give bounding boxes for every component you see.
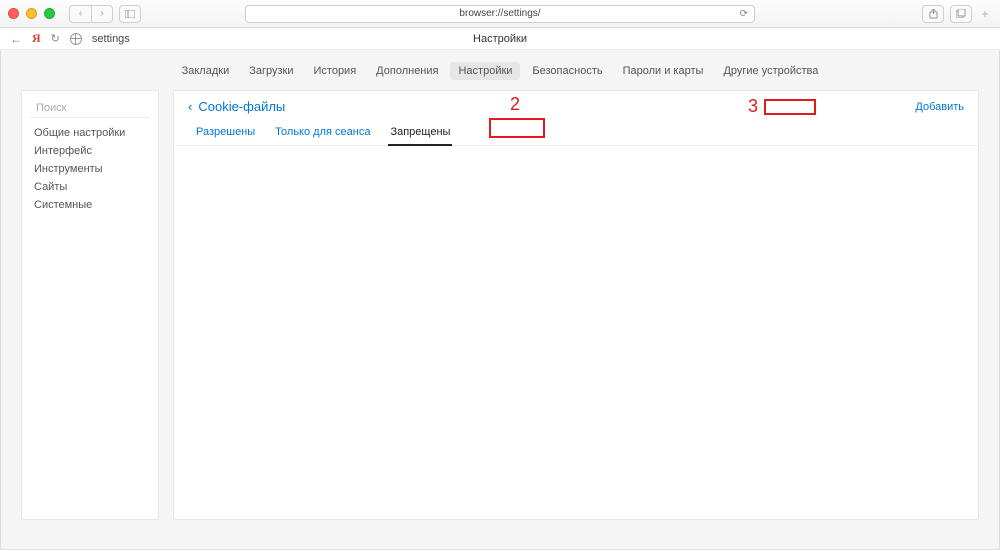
cookie-subtabs: Разрешены Только для сеанса Запрещены [174, 118, 978, 146]
new-tab-button[interactable]: + [978, 7, 992, 21]
nav-back-forward-group: ‹ › [69, 5, 113, 23]
add-button[interactable]: Добавить [915, 101, 964, 113]
topnav-settings[interactable]: Настройки [450, 62, 520, 80]
reload-button[interactable]: ↻ [51, 32, 60, 45]
cookie-settings-panel: ‹ Cookie-файлы Добавить Разрешены Только… [173, 90, 979, 520]
site-info-icon[interactable] [70, 33, 82, 45]
tab-title: settings [92, 33, 130, 45]
topnav-history[interactable]: История [306, 62, 365, 80]
subtab-blocked[interactable]: Запрещены [388, 122, 452, 146]
breadcrumb-cookie-files[interactable]: ‹ Cookie-файлы [188, 99, 285, 114]
breadcrumb-label: Cookie-файлы [198, 99, 285, 114]
minimize-window-button[interactable] [26, 8, 37, 19]
topnav-devices[interactable]: Другие устройства [715, 62, 826, 80]
history-back-button[interactable]: ‹ [69, 5, 91, 23]
topnav-bookmarks[interactable]: Закладки [174, 62, 238, 80]
topnav-passwords[interactable]: Пароли и карты [615, 62, 712, 80]
address-bar[interactable]: browser://settings/ ⟳ [245, 5, 755, 23]
browser-home-button[interactable]: Я [32, 31, 41, 46]
maximize-window-button[interactable] [44, 8, 55, 19]
page-title: Настройки [473, 33, 527, 45]
sidebar-item-general[interactable]: Общие настройки [22, 124, 158, 142]
back-button[interactable]: ← [10, 32, 22, 46]
chevron-left-icon: ‹ [188, 99, 192, 114]
sidebar-item-interface[interactable]: Интерфейс [22, 142, 158, 160]
reload-icon[interactable]: ⟳ [740, 8, 748, 19]
topnav-security[interactable]: Безопасность [524, 62, 610, 80]
subtab-session-only[interactable]: Только для сеанса [273, 122, 372, 145]
window-titlebar: ‹ › browser://settings/ ⟳ + [0, 0, 1000, 28]
settings-page: Закладки Загрузки История Дополнения Нас… [0, 50, 1000, 550]
share-icon [929, 9, 938, 19]
tabs-icon [956, 9, 966, 18]
address-bar-url: browser://settings/ [459, 8, 540, 19]
settings-topnav: Закладки Загрузки История Дополнения Нас… [1, 62, 999, 90]
close-window-button[interactable] [8, 8, 19, 19]
sidebar-item-sites[interactable]: Сайты [22, 178, 158, 196]
window-controls [8, 8, 55, 19]
sidebar-icon [125, 10, 135, 18]
browser-toolbar: ← Я ↻ settings Настройки [0, 28, 1000, 50]
settings-sidebar: Поиск Общие настройки Интерфейс Инструме… [21, 90, 159, 520]
sidebar-item-system[interactable]: Системные [22, 196, 158, 214]
topnav-addons[interactable]: Дополнения [368, 62, 446, 80]
sidebar-search-input[interactable]: Поиск [30, 99, 150, 118]
topnav-downloads[interactable]: Загрузки [241, 62, 301, 80]
share-button[interactable] [922, 5, 944, 23]
sidebar-item-tools[interactable]: Инструменты [22, 160, 158, 178]
history-forward-button[interactable]: › [91, 5, 113, 23]
subtab-allowed[interactable]: Разрешены [194, 122, 257, 145]
sidebar-toggle-button[interactable] [119, 5, 141, 23]
tabs-overview-button[interactable] [950, 5, 972, 23]
